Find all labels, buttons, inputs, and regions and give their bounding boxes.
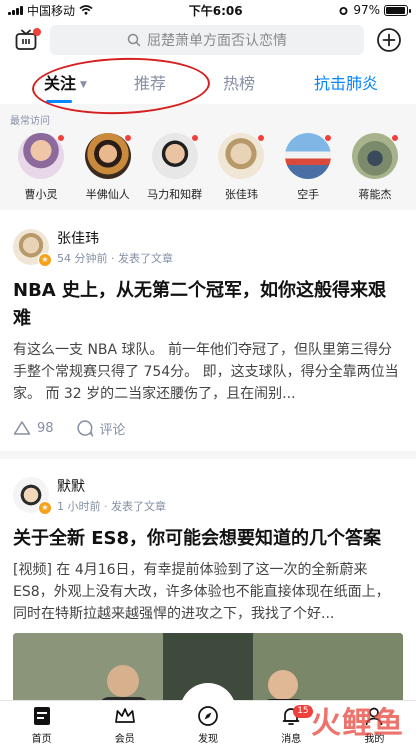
comment-icon — [76, 420, 93, 437]
update-dot — [190, 134, 199, 142]
carrier: 中国移动 — [27, 3, 76, 18]
message-count-badge: 15 — [293, 705, 313, 718]
wifi-icon — [79, 5, 93, 15]
search-placeholder: 屈楚萧单方面否认恋情 — [147, 33, 287, 49]
recent-user[interactable]: 马力和知群 — [146, 133, 204, 202]
author-info: 张佳玮 54 分钟前 · 发表了文章 — [57, 228, 173, 266]
nav-profile-label: 我的 — [364, 733, 385, 745]
search-input[interactable]: 屈楚萧单方面否认恋情 — [50, 25, 364, 55]
live-notification-dot — [33, 28, 41, 36]
author-avatar[interactable]: ★ — [13, 477, 52, 515]
article-title[interactable]: NBA 史上，从无第二个冠军，如你这般得来艰难 — [13, 277, 403, 333]
recent-user[interactable]: 曹小灵 — [12, 133, 70, 202]
avatar — [151, 133, 199, 179]
comment-button[interactable]: 评论 — [76, 419, 126, 438]
nav-messages-label: 消息 — [281, 733, 302, 745]
tab-bar: 关注 ▼ 推荐 热榜 抗击肺炎 — [0, 54, 416, 118]
battery-fill — [385, 6, 406, 14]
verified-badge-icon: ★ — [38, 501, 52, 515]
recent-avatar-list: 曹小灵 半佛仙人 马力和知群 张佳玮 空手 蒋能杰 — [10, 133, 406, 202]
bottom-nav: 首页 会员 发现 15 消息 我的 火鲤鱼 — [0, 683, 416, 748]
nav-membership[interactable]: 会员 — [83, 701, 166, 748]
card-actions: 98 评论 — [13, 405, 403, 451]
recent-user-name: 马力和知群 — [147, 188, 203, 201]
avatar — [218, 133, 266, 179]
update-dot — [57, 134, 65, 142]
article-title[interactable]: 关于全新 ES8，你可能会想要知道的几个答案 — [13, 525, 403, 553]
nav-messages[interactable]: 15 消息 — [250, 701, 333, 748]
upvote-icon — [13, 421, 31, 435]
author-name[interactable]: 默默 — [57, 476, 166, 496]
article-excerpt[interactable]: 有这么一支 NBA 球队。 前一年他们夺冠了，但队里第三得分手整个常规赛只得了 … — [13, 339, 403, 405]
recent-user[interactable]: 张佳玮 — [212, 133, 270, 202]
upvote-button[interactable]: 98 — [13, 420, 54, 436]
feed: ★ 张佳玮 54 分钟前 · 发表了文章 NBA 史上，从无第二个冠军，如你这般… — [0, 211, 416, 725]
nav-home-label: 首页 — [31, 733, 52, 745]
live-tv-icon[interactable] — [14, 28, 41, 52]
author-info: 默默 1 小时前 · 发表了文章 — [57, 476, 166, 514]
recent-user[interactable]: 空手 — [279, 133, 337, 202]
status-right: 97% — [338, 3, 411, 17]
avatar — [351, 133, 399, 179]
nav-discover-label: 发现 — [198, 733, 218, 745]
nav-membership-label: 会员 — [114, 733, 135, 745]
author-avatar[interactable]: ★ — [13, 229, 52, 267]
battery-icon — [383, 4, 411, 16]
compass-icon — [198, 705, 218, 726]
recent-user-name: 张佳玮 — [224, 188, 258, 201]
battery-percent: 97% — [353, 3, 380, 17]
status-bar: 中国移动 下午6:06 97% — [0, 0, 416, 20]
card-header: ★ 张佳玮 54 分钟前 · 发表了文章 — [13, 227, 403, 267]
update-dot — [123, 134, 132, 142]
signal-icon — [8, 5, 23, 15]
alarm-icon — [339, 6, 348, 15]
active-tab-indicator — [46, 100, 72, 103]
status-left: 中国移动 — [8, 2, 93, 19]
tab-follow-label: 关注 — [44, 74, 77, 93]
tab-recommend[interactable]: 推荐 — [134, 70, 166, 94]
chevron-down-icon: ▼ — [80, 79, 87, 90]
avatar — [18, 133, 65, 179]
update-dot — [390, 134, 399, 142]
recent-user[interactable]: 蒋能杰 — [346, 133, 404, 202]
avatar — [285, 133, 333, 179]
verified-badge-icon: ★ — [38, 253, 52, 267]
card-divider — [0, 451, 416, 459]
card-header: ★ 默默 1 小时前 · 发表了文章 — [13, 475, 403, 515]
article-excerpt[interactable]: [视频] 在 4月16日，有幸提前体验到了这一次的全新蔚来 ES8，外观上没有大… — [13, 559, 403, 625]
recent-user-name: 曹小灵 — [24, 188, 58, 201]
tab-follow[interactable]: 关注 ▼ — [44, 70, 87, 94]
feed-card[interactable]: ★ 张佳玮 54 分钟前 · 发表了文章 NBA 史上，从无第二个冠军，如你这般… — [0, 227, 416, 451]
top-bar: 屈楚萧单方面否认恋情 — [0, 20, 416, 60]
author-name[interactable]: 张佳玮 — [57, 228, 173, 248]
search-icon — [127, 33, 141, 47]
tab-epidemic[interactable]: 抗击肺炎 — [314, 70, 378, 94]
profile-icon — [366, 707, 383, 725]
add-circle-icon[interactable] — [376, 27, 402, 53]
recent-visits: 最常访问 曹小灵 半佛仙人 马力和知群 张佳玮 空手 蒋能杰 — [0, 104, 416, 210]
crown-icon — [114, 707, 135, 723]
recent-user[interactable]: 半佛仙人 — [79, 133, 137, 202]
nav-discover[interactable]: 发现 — [166, 701, 249, 748]
nav-home[interactable]: 首页 — [0, 701, 83, 748]
recent-user-name: 蒋能杰 — [358, 188, 392, 201]
update-dot — [324, 134, 333, 142]
comment-label: 评论 — [99, 422, 126, 438]
upvote-count: 98 — [37, 420, 54, 436]
recent-visits-label: 最常访问 — [10, 116, 50, 127]
status-time: 下午6:06 — [188, 3, 243, 18]
tab-hot-list[interactable]: 热榜 — [223, 70, 255, 94]
post-meta: 1 小时前 · 发表了文章 — [57, 500, 166, 513]
home-icon — [33, 706, 50, 725]
nav-profile[interactable]: 我的 — [333, 701, 416, 748]
avatar — [84, 133, 132, 179]
post-meta: 54 分钟前 · 发表了文章 — [57, 252, 173, 265]
recent-user-name: 空手 — [297, 188, 320, 201]
recent-user-name: 半佛仙人 — [85, 188, 130, 201]
update-dot — [257, 134, 266, 142]
